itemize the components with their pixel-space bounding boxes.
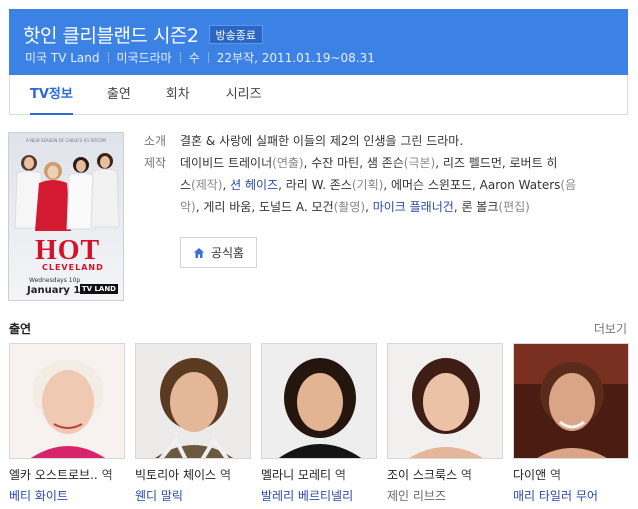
tab-series[interactable]: 시리즈	[226, 75, 262, 114]
credit-names: , 에머슨 스윈포드, Aaron Waters	[383, 178, 561, 192]
credits-line: 악), 게리 바움, 도널드 A. 모건(촬영), 마이크 플래너건, 론 볼크…	[180, 196, 576, 218]
info-section: 소개 결혼 & 사랑에 실패한 이들의 제2의 인생을 그린 드라마. 제작 데…	[144, 130, 614, 218]
credits-label: 제작	[144, 156, 167, 170]
credit-names: 스	[180, 178, 192, 192]
poster-date: January 19	[27, 285, 88, 296]
meta-row: 미국 TV Land 미국드라마 수 22부작, 2011.01.19~08.3…	[25, 49, 375, 66]
cast-section-title: 출연	[9, 322, 32, 336]
cast-card[interactable]: 엘카 오스트로브.. 역 베티 화이트	[9, 343, 125, 504]
credit-role: (극본)	[403, 156, 436, 170]
credit-names: , 리즈 펠드먼, 로버트 히	[435, 156, 558, 170]
role-name: 엘카 오스트로브..	[9, 468, 98, 482]
credit-names: , 라리 W. 존스	[278, 178, 352, 192]
credits-row: 제작 데이비드 트레이너(연출), 수잔 마틴, 샘 존슨(극본), 리즈 펠드…	[144, 152, 614, 218]
credit-role: (촬영)	[333, 200, 366, 214]
official-home-button[interactable]: 공식홈	[180, 237, 257, 268]
meta-genre: 미국드라마	[116, 51, 172, 65]
actor-photo-image	[388, 344, 502, 458]
actor-name[interactable]: 웬디 말릭	[135, 487, 251, 504]
show-title[interactable]: 핫인 클리블랜드 시즌2	[23, 21, 199, 48]
credits-line: 데이비드 트레이너(연출), 수잔 마틴, 샘 존슨(극본), 리즈 펠드먼, …	[180, 152, 576, 174]
role-name: 빅토리아 체이스	[135, 468, 217, 482]
home-icon	[193, 247, 204, 258]
poster-art	[9, 133, 123, 300]
actor-photo-image	[10, 344, 124, 458]
meta-divider	[207, 52, 209, 63]
credit-names: ,	[365, 200, 373, 214]
cast-role: 다이앤 역	[513, 466, 629, 483]
role-suffix: 역	[549, 468, 561, 482]
tab-episodes[interactable]: 회차	[166, 75, 190, 114]
credit-person-link[interactable]: 마이크 플래너건	[373, 200, 454, 214]
role-suffix: 역	[219, 468, 231, 482]
meta-day: 수	[188, 51, 200, 65]
more-link[interactable]: 더보기	[594, 320, 627, 337]
poster-subtitle: CLEVELAND	[42, 263, 104, 272]
cast-card[interactable]: 다이앤 역 매리 타일러 무어	[513, 343, 629, 504]
credit-role: (편집)	[498, 200, 530, 214]
cast-list: 엘카 오스트로브.. 역 베티 화이트 빅토리아 체이스 역 웬디 말릭 멜라니	[9, 343, 638, 504]
cast-role: 조이 스크룩스 역	[387, 466, 503, 483]
role-suffix: 역	[101, 468, 113, 482]
tv-land-logo: TV LAND	[79, 284, 118, 294]
official-home-label: 공식홈	[210, 246, 245, 260]
title-row: 핫인 클리블랜드 시즌2 방송종료	[23, 21, 263, 48]
role-name: 조이 스크룩스	[387, 468, 458, 482]
actor-name[interactable]: 제인 리브즈	[387, 487, 503, 504]
credit-person-link[interactable]: 션 헤이즈	[230, 178, 278, 192]
credit-names: , 론 볼크	[453, 200, 499, 214]
summary-text: 결혼 & 사랑에 실패한 이들의 제2의 인생을 그린 드라마.	[180, 134, 464, 148]
credit-role: (음	[560, 178, 577, 192]
actor-photo[interactable]	[387, 343, 503, 459]
cast-role: 빅토리아 체이스 역	[135, 466, 251, 483]
actor-name[interactable]: 매리 타일러 무어	[513, 487, 629, 504]
role-name: 멜라니 모레티	[261, 468, 332, 482]
poster-image[interactable]: A NEW SEASON OF CABLE'S #1 SITCOM HOT CL…	[8, 132, 124, 301]
cast-role: 멜라니 모레티 역	[261, 466, 377, 483]
summary-row: 소개 결혼 & 사랑에 실패한 이들의 제2의 인생을 그린 드라마.	[144, 130, 614, 152]
credit-names: ,	[222, 178, 231, 192]
actor-photo-image	[136, 344, 250, 458]
poster-airtime: Wednesdays 10p	[29, 277, 81, 284]
actor-photo[interactable]	[513, 343, 629, 459]
credit-names: , 게리 바움, 도널드 A. 모건	[195, 200, 334, 214]
credit-role: (연출)	[272, 156, 304, 170]
role-name: 다이앤	[513, 468, 547, 482]
meta-divider	[107, 52, 109, 63]
credits-text: 데이비드 트레이너(연출), 수잔 마틴, 샘 존슨(극본), 리즈 펠드먼, …	[180, 152, 576, 218]
meta-episodes-dates: 22부작, 2011.01.19~08.31	[216, 51, 375, 65]
meta-broadcaster: 미국 TV Land	[25, 51, 100, 65]
status-badge: 방송종료	[208, 25, 263, 44]
poster-tagline: A NEW SEASON OF CABLE'S #1 SITCOM	[26, 138, 106, 143]
credit-role: (기획)	[351, 178, 384, 192]
credit-names: , 수잔 마틴, 샘 존슨	[303, 156, 404, 170]
tab-tv-info[interactable]: TV정보	[30, 75, 73, 115]
meta-divider	[179, 52, 181, 63]
credit-role: 악)	[180, 200, 196, 214]
actor-photo[interactable]	[261, 343, 377, 459]
cast-role: 엘카 오스트로브.. 역	[9, 466, 125, 483]
actor-photo-image	[262, 344, 376, 458]
tab-cast[interactable]: 출연	[107, 75, 131, 114]
role-suffix: 역	[334, 468, 346, 482]
credit-role: (제작)	[191, 178, 223, 192]
summary-label: 소개	[144, 134, 167, 148]
title-header: 핫인 클리블랜드 시즌2 방송종료 미국 TV Land 미국드라마 수 22부…	[9, 9, 628, 75]
actor-photo[interactable]	[9, 343, 125, 459]
actor-photo[interactable]	[135, 343, 251, 459]
cast-card[interactable]: 멜라니 모레티 역 발레리 베르티넬리	[261, 343, 377, 504]
actor-photo-image	[514, 344, 628, 458]
actor-name[interactable]: 발레리 베르티넬리	[261, 487, 377, 504]
cast-card[interactable]: 조이 스크룩스 역 제인 리브즈	[387, 343, 503, 504]
actor-name[interactable]: 베티 화이트	[9, 487, 125, 504]
credits-line: 스(제작), 션 헤이즈, 라리 W. 존스(기획), 에머슨 스윈포드, Aa…	[180, 174, 576, 196]
role-suffix: 역	[460, 468, 472, 482]
cast-card[interactable]: 빅토리아 체이스 역 웬디 말릭	[135, 343, 251, 504]
tab-bar: TV정보 출연 회차 시리즈	[9, 75, 628, 115]
credit-names: 데이비드 트레이너	[180, 156, 273, 170]
